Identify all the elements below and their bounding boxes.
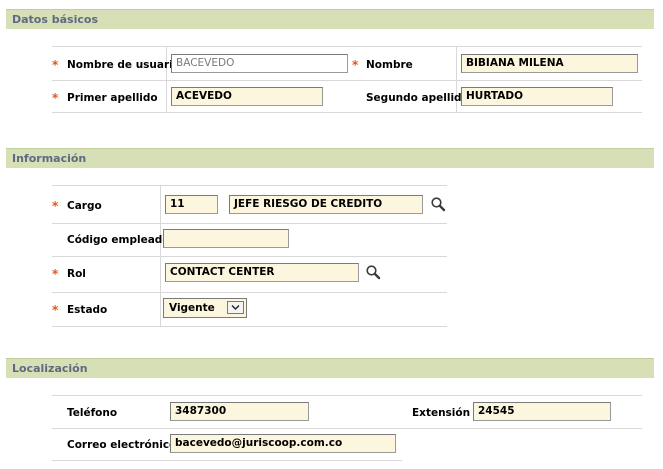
cargo-name-field[interactable]: JEFE RIESGO DE CREDITO: [229, 195, 423, 214]
estado-select-value: Vigente: [169, 302, 215, 314]
section-header-datos-basicos: Datos básicos: [6, 9, 654, 29]
cargo-label: Cargo: [67, 200, 102, 212]
estado-label: Estado: [67, 304, 108, 316]
section-header-informacion: Información: [6, 148, 654, 168]
section-title: Datos básicos: [12, 13, 98, 26]
second-surname-field[interactable]: HURTADO: [461, 87, 613, 106]
divider: [52, 112, 642, 113]
rol-label: Rol: [67, 268, 86, 280]
estado-select[interactable]: Vigente: [163, 298, 247, 318]
employee-code-field[interactable]: [163, 229, 289, 248]
phone-field[interactable]: 3487300: [170, 402, 309, 421]
divider: [52, 46, 642, 47]
divider: [52, 185, 447, 186]
divider: [52, 460, 402, 461]
divider: [52, 326, 447, 327]
divider: [52, 428, 642, 429]
username-field[interactable]: BACEVEDO: [171, 54, 348, 73]
divider: [52, 395, 642, 396]
magnifier-icon[interactable]: [430, 196, 446, 212]
email-label: Correo electrónico: [67, 439, 177, 451]
section-header-localizacion: Localización: [6, 358, 654, 378]
required-marker: *: [52, 91, 59, 105]
required-marker: *: [52, 58, 59, 72]
section-title: Información: [12, 152, 87, 165]
divider: [52, 223, 447, 224]
second-surname-label: Segundo apellido: [366, 92, 469, 104]
divider: [52, 256, 447, 257]
extension-field[interactable]: 24545: [473, 402, 611, 421]
section-title: Localización: [12, 362, 88, 375]
username-label: Nombre de usuario: [67, 59, 180, 71]
required-marker: *: [52, 303, 59, 317]
name-field[interactable]: BIBIANA MILENA: [461, 54, 638, 73]
extension-label: Extensión: [412, 407, 471, 419]
cargo-code-field[interactable]: 11: [165, 195, 218, 214]
divider: [160, 186, 161, 326]
required-marker: *: [352, 58, 359, 72]
phone-label: Teléfono: [67, 407, 118, 419]
divider: [52, 80, 642, 81]
employee-code-label: Código empleado: [67, 234, 170, 246]
magnifier-icon[interactable]: [365, 264, 381, 280]
required-marker: *: [52, 267, 59, 281]
chevron-down-icon[interactable]: [227, 301, 244, 314]
email-field[interactable]: bacevedo@juriscoop.com.co: [170, 434, 396, 453]
rol-field[interactable]: CONTACT CENTER: [165, 263, 359, 282]
first-surname-label: Primer apellido: [67, 92, 158, 104]
divider: [52, 292, 447, 293]
required-marker: *: [52, 199, 59, 213]
name-label: Nombre: [366, 59, 413, 71]
first-surname-field[interactable]: ACEVEDO: [171, 87, 323, 106]
divider: [166, 47, 167, 112]
